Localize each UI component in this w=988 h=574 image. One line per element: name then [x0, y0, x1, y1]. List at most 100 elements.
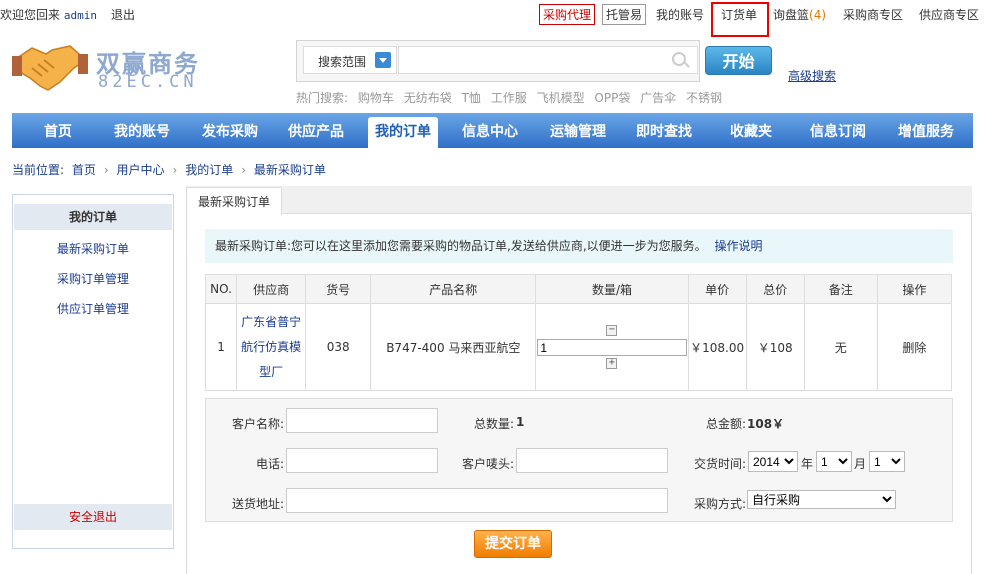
nav-transport[interactable]: 运输管理: [540, 113, 616, 148]
submit-order-button[interactable]: 提交订单: [474, 530, 552, 558]
advanced-search-link[interactable]: 高级搜索: [788, 67, 836, 84]
escrow-link[interactable]: 托管易: [602, 4, 647, 25]
hot-term[interactable]: OPP袋: [594, 91, 630, 105]
col-remark: 备注: [803, 274, 878, 304]
nav-instant-search[interactable]: 即时查找: [626, 113, 702, 148]
nav-favorites[interactable]: 收藏夹: [716, 113, 786, 148]
breadcrumb-home[interactable]: 首页: [72, 163, 96, 177]
col-sku: 货号: [305, 274, 372, 304]
delivery-day-select[interactable]: 1: [869, 451, 905, 472]
delivery-month-select[interactable]: 1: [816, 451, 852, 472]
supplier-line: 航行仿真模: [241, 339, 302, 354]
inquiry-basket-label: 询盘篮: [773, 8, 810, 22]
top-bar: 欢迎您回来 admin 退出: [0, 0, 988, 28]
purchase-method-label: 采购方式:: [693, 497, 746, 511]
purchase-agent-link[interactable]: 采购代理: [539, 4, 596, 25]
nav-my-account[interactable]: 我的账号: [104, 113, 180, 148]
qty-input[interactable]: [537, 339, 688, 356]
address-label: 送货地址:: [231, 497, 284, 511]
total-qty-label: 总数量:: [473, 417, 514, 431]
row-unit-price: ￥108.00: [687, 303, 747, 391]
supplier-line: 广东省普宁: [241, 314, 302, 329]
nav-subscription[interactable]: 信息订阅: [800, 113, 876, 148]
row-delete-button[interactable]: 删除: [876, 303, 953, 391]
breadcrumb-my-orders[interactable]: 我的订单: [185, 163, 233, 177]
hot-term[interactable]: 广告伞: [640, 91, 676, 105]
supplier-line: 型厂: [259, 364, 284, 379]
nav-publish-purchase[interactable]: 发布采购: [192, 113, 268, 148]
col-product: 产品名称: [370, 274, 537, 304]
phone-input[interactable]: [286, 448, 438, 473]
col-no: NO.: [204, 274, 238, 304]
purchase-method-select[interactable]: 自行采购: [747, 490, 896, 509]
buyer-zone-link[interactable]: 采购商专区: [843, 6, 903, 23]
nav-info-center[interactable]: 信息中心: [452, 113, 528, 148]
col-total: 总价: [745, 274, 805, 304]
phone-label: 电话:: [255, 457, 284, 471]
total-amount-label: 总金额:: [705, 417, 746, 431]
notice-text: 最新采购订单:您可以在这里添加您需要采购的物品订单,发送给供应商,以便进一步为您…: [215, 239, 707, 253]
nav-home[interactable]: 首页: [22, 113, 94, 148]
address-input[interactable]: [286, 488, 668, 513]
sidebar-item-purchase-orders[interactable]: 采购订单管理: [14, 270, 172, 287]
safe-exit-button[interactable]: 安全退出: [14, 504, 172, 530]
username: admin: [63, 9, 97, 22]
hot-term[interactable]: 飞机模型: [537, 91, 585, 105]
year-unit: 年: [801, 457, 814, 471]
nav-my-orders[interactable]: 我的订单: [368, 117, 438, 148]
hot-term[interactable]: 购物车: [358, 91, 394, 105]
tab-latest-orders[interactable]: 最新采购订单: [186, 187, 282, 215]
search-button[interactable]: 开始: [705, 46, 772, 75]
notice-bar: 最新采购订单:您可以在这里添加您需要采购的物品订单,发送给供应商,以便进一步为您…: [205, 229, 953, 263]
main-tabbar: [186, 186, 972, 214]
hot-term[interactable]: 不锈钢: [686, 91, 722, 105]
qty-increase-button[interactable]: +: [606, 358, 618, 369]
customer-name-input[interactable]: [286, 408, 438, 433]
logout-link[interactable]: 退出: [111, 6, 135, 23]
delivery-time-label: 交货时间:: [693, 457, 746, 471]
row-remark: 无: [803, 303, 878, 391]
col-qty: 数量/箱: [535, 274, 689, 304]
handshake-logo-icon[interactable]: [12, 38, 88, 96]
logo-subtitle: 82EC.CN: [98, 72, 198, 92]
supplier-zone-link[interactable]: 供应商专区: [919, 6, 979, 23]
nav-value-added[interactable]: 增值服务: [888, 113, 964, 148]
inquiry-count-badge: (4): [809, 8, 827, 22]
search-icon: [672, 52, 686, 66]
col-unit-price: 单价: [687, 274, 747, 304]
breadcrumb-current: 最新采购订单: [253, 163, 326, 177]
table-row: 1 广东省普宁 航行仿真模 型厂 038 B747-400 马来西亚航空 − +…: [204, 303, 953, 391]
hot-search-terms: 热门搜索: 购物车 无纺布袋 T恤 工作服 飞机模型 OPP袋 广告伞 不锈钢: [296, 89, 728, 106]
shipping-mark-label: 客户唛头:: [461, 457, 514, 471]
hot-term[interactable]: T恤: [462, 91, 481, 105]
qty-decrease-button[interactable]: −: [606, 325, 618, 336]
chevron-down-icon[interactable]: [375, 52, 391, 68]
row-total: ￥108: [745, 303, 805, 391]
total-qty-value: 1: [516, 415, 525, 429]
sidebar-item-latest-orders[interactable]: 最新采购订单: [14, 240, 172, 257]
instructions-link[interactable]: 操作说明: [715, 239, 763, 253]
hot-term[interactable]: 工作服: [491, 91, 527, 105]
shipping-mark-input[interactable]: [516, 448, 668, 473]
my-account-link[interactable]: 我的账号: [656, 6, 704, 23]
order-table: NO. 供应商 货号 产品名称 数量/箱 单价 总价 备注 操作 1 广东省普宁…: [204, 274, 953, 391]
inquiry-basket-link[interactable]: 询盘篮(4): [773, 6, 826, 23]
col-supplier: 供应商: [236, 274, 307, 304]
breadcrumb: 当前位置: 首页 › 用户中心 › 我的订单 › 最新采购订单: [12, 163, 326, 177]
welcome-text: 欢迎您回来 admin: [0, 6, 97, 23]
sidebar-heading: 我的订单: [14, 204, 172, 230]
sidebar-item-supply-orders[interactable]: 供应订单管理: [14, 300, 172, 317]
breadcrumb-prefix: 当前位置:: [12, 163, 65, 177]
delivery-year-select[interactable]: 2014: [748, 451, 798, 472]
hot-search-label: 热门搜索:: [296, 91, 349, 105]
row-no: 1: [204, 303, 238, 391]
hot-term[interactable]: 无纺布袋: [404, 91, 452, 105]
month-unit: 月: [854, 457, 867, 471]
row-qty: − +: [535, 303, 689, 391]
breadcrumb-user-center[interactable]: 用户中心: [117, 163, 165, 177]
nav-supply-products[interactable]: 供应产品: [278, 113, 354, 148]
order-list-link[interactable]: 订货单: [721, 6, 757, 23]
row-supplier[interactable]: 广东省普宁 航行仿真模 型厂: [236, 303, 307, 391]
search-input[interactable]: [398, 46, 698, 74]
row-product-link[interactable]: B747-400 马来西亚航空: [370, 303, 537, 391]
